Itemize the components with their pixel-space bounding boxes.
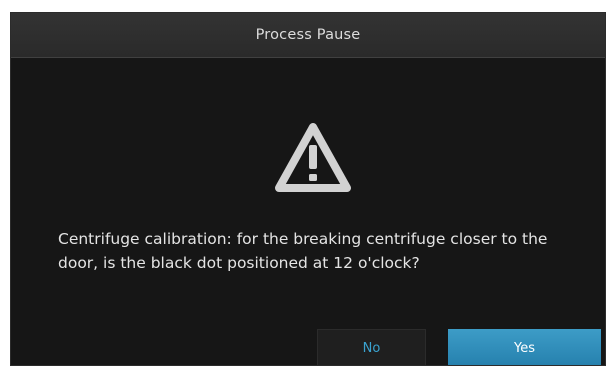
process-pause-dialog: Process Pause Centrifuge calibration: fo… [10, 12, 606, 366]
warning-icon [275, 123, 351, 192]
no-button[interactable]: No [317, 329, 426, 365]
dialog-title: Process Pause [255, 27, 361, 43]
yes-button[interactable]: Yes [448, 329, 601, 365]
dialog-title-bar: Process Pause [11, 13, 605, 58]
dialog-message: Centrifuge calibration: for the breaking… [58, 230, 548, 272]
